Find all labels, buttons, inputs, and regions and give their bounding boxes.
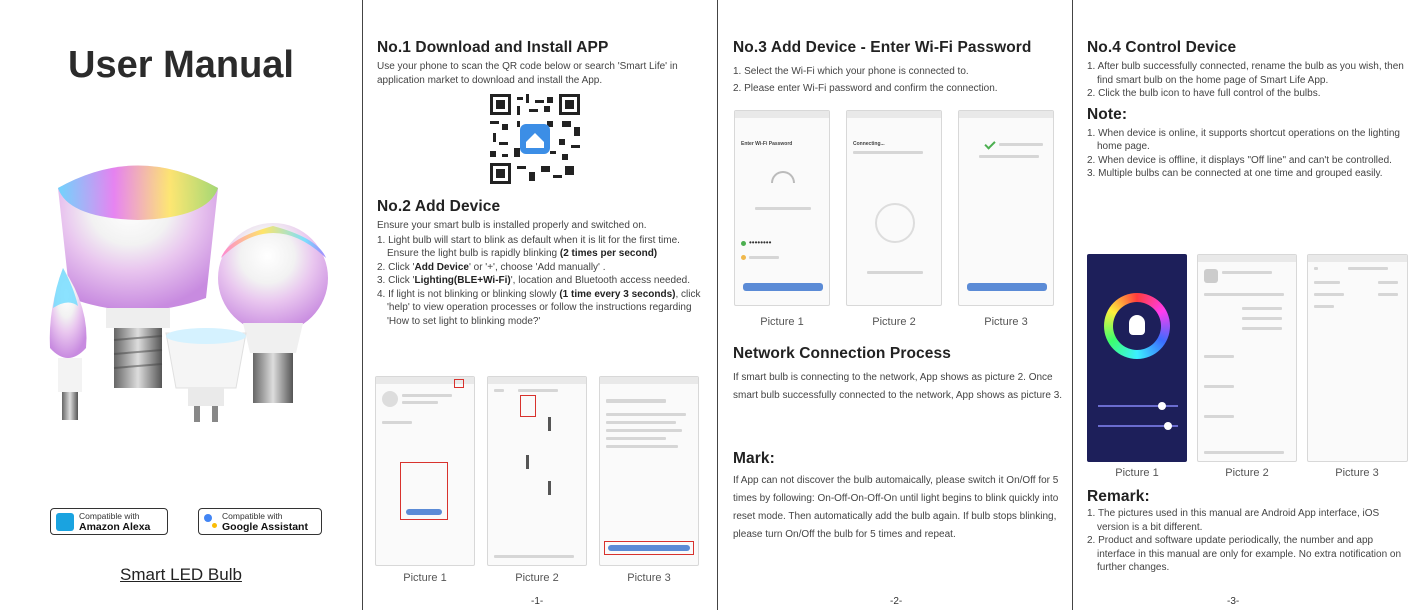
product-name: Smart LED Bulb [120,565,242,584]
note-title: Note: [1087,105,1128,123]
google-assistant-icon [204,513,218,530]
note-list: 1. When device is online, it supports sh… [1087,127,1407,181]
phone-screenshot-2: Connecting... [846,110,942,306]
picture-caption: Picture 2 [515,572,559,584]
highlight-box [454,379,464,388]
alexa-icon [56,512,74,531]
section-add-device-intro: Ensure your smart bulb is installed prop… [377,220,647,231]
picture-caption: Picture 3 [627,572,671,584]
picture-caption: Picture 2 [872,316,916,328]
google-assistant-compatibility-badge: Compatible with Google Assistant [198,508,322,535]
password-field: •••••••• [749,238,772,247]
screen-title: Enter Wi-Fi Password [741,141,793,147]
phone-screenshot-3 [1307,254,1408,462]
note-item: 1. When device is online, it supports sh… [1087,127,1400,153]
control-steps: 1. After bulb successfully connected, re… [1087,60,1407,101]
add-device-step: 3. Click 'Lighting(BLE+Wi-Fi)', location… [377,275,691,286]
add-device-step: 1. Light bulb will start to blink as def… [377,234,680,260]
section-control-title: No.4 Control Device [1087,39,1237,56]
remark-item: 2. Product and software update periodica… [1087,535,1402,573]
control-step: 1. After bulb successfully connected, re… [1087,61,1404,86]
section-mark-text: If App can not discover the bulb automai… [733,475,1059,540]
page-number: -1- [531,596,544,607]
phone-screenshot-3 [599,376,699,566]
phone-screenshot-3 [958,110,1054,306]
section-mark-title: Mark: [733,450,775,467]
control-step: 2. Click the bulb icon to have full cont… [1087,88,1321,99]
section-wifi-title: No.3 Add Device - Enter Wi-Fi Password [733,39,1032,56]
wifi-step: 1. Select the Wi-Fi which your phone is … [733,66,969,77]
remark-item: 1. The pictures used in this manual are … [1087,508,1380,533]
page-number: -2- [890,596,903,607]
picture-caption: Picture 1 [1115,467,1159,479]
bulbs-illustration [49,165,328,422]
bulb-icon [1129,315,1145,335]
picture-caption: Picture 2 [1225,467,1269,479]
wifi-step: 2. Please enter Wi-Fi password and confi… [733,83,998,94]
page-2-panel: No.3 Add Device - Enter Wi-Fi Password 1… [718,0,1072,610]
section-network-title: Network Connection Process [733,345,951,362]
page-3-panel: No.4 Control Device 1. After bulb succes… [1073,0,1408,610]
phone-screenshot-1 [375,376,475,566]
note-item: 3. Multiple bulbs can be connected at on… [1087,168,1383,179]
progress-ring [875,203,915,243]
brightness-slider [1098,405,1178,407]
phone-screenshot-2 [1197,254,1297,462]
alexa-compatibility-badge: Compatible with Amazon Alexa [50,508,168,535]
section-network-text: If smart bulb is connecting to the netwo… [733,372,1063,401]
section-download-text: Use your phone to scan the QR code below… [377,61,678,86]
phone-screenshot-2 [487,376,587,566]
phone-screenshot-1 [1087,254,1187,462]
add-device-step: 4. If light is not blinking or blinking … [377,288,701,327]
remark-title: Remark: [1087,488,1150,505]
picture-caption: Picture 1 [760,316,804,328]
section-add-device-title: No.2 Add Device [377,198,501,215]
phone-screenshot-1: Enter Wi-Fi Password •••••••• [734,110,830,306]
cover-panel: User Manual Compatible with Amazon Alexa… [0,0,362,610]
manual-title: User Manual [68,44,294,86]
note-item: 2. When device is offline, it displays "… [1087,154,1392,166]
picture-caption: Picture 3 [984,316,1028,328]
section-download-title: No.1 Download and Install APP [377,39,609,56]
page-1-panel: No.1 Download and Install APP Use your p… [363,0,717,610]
remark-list: 1. The pictures used in this manual are … [1087,507,1407,575]
wifi-icon [771,171,795,183]
highlight-box [520,395,536,417]
qr-code [490,94,580,184]
picture-caption: Picture 1 [403,572,447,584]
picture-caption: Picture 3 [1335,467,1379,479]
success-check-icon [984,138,996,150]
screen-title: Connecting... [853,141,885,147]
add-device-steps: 1. Light bulb will start to blink as def… [377,234,711,329]
add-device-step: 2. Click 'Add Device' or '+', choose 'Ad… [377,261,606,273]
page-number: -3- [1227,596,1240,607]
